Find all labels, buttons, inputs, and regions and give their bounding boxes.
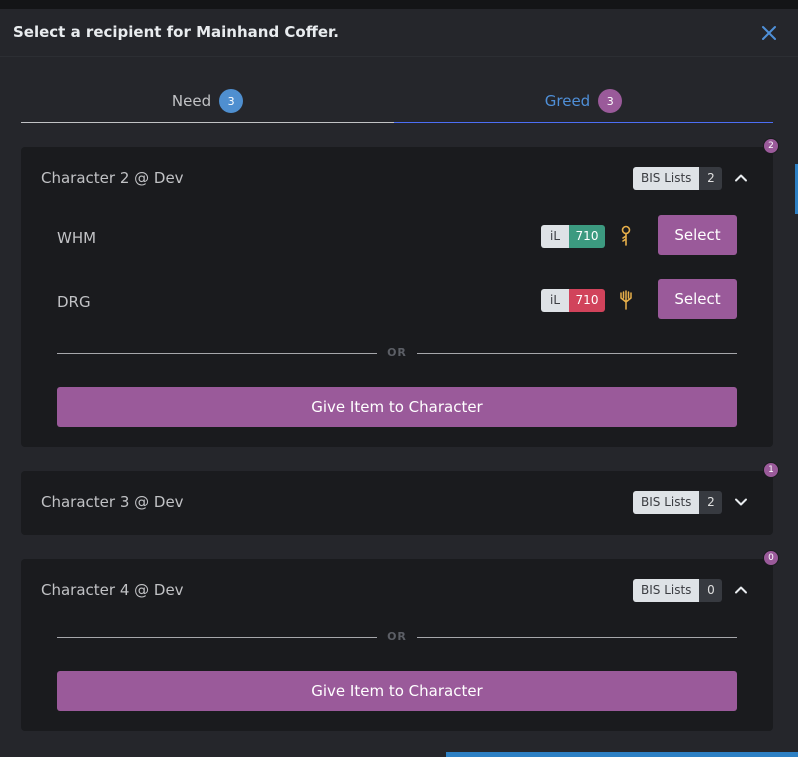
character-card-header[interactable]: Character 3 @ Dev BIS Lists 2 [21, 471, 773, 535]
tab-need[interactable]: Need 3 [21, 80, 394, 123]
character-card: Character 4 @ Dev BIS Lists 0 OR Give It… [21, 559, 773, 731]
or-divider: OR [57, 346, 737, 360]
backdrop [0, 0, 798, 9]
expand-toggle[interactable] [732, 493, 750, 511]
item-level-badge: iL 710 [541, 289, 605, 312]
whm-staff-icon [621, 225, 631, 246]
item-level-label: iL [541, 289, 569, 312]
divider-line [57, 637, 377, 638]
tab-greed-label: Greed [544, 92, 591, 110]
count-badge: 0 [763, 550, 779, 566]
or-divider: OR [57, 630, 737, 644]
bis-lists-label: BIS Lists [633, 491, 700, 514]
close-button[interactable] [756, 21, 782, 45]
item-level-value: 710 [569, 225, 605, 248]
give-item-button[interactable]: Give Item to Character [57, 387, 737, 427]
bis-lists-count: 2 [699, 491, 723, 514]
job-row-whm: WHM iL 710 Select [57, 215, 737, 263]
job-name: DRG [57, 293, 91, 311]
tab-greed-count: 3 [598, 89, 623, 113]
modal-header: Select a recipient for Mainhand Coffer. [0, 9, 798, 57]
bis-lists-badge: BIS Lists 2 [633, 491, 723, 514]
bis-lists-count: 2 [699, 167, 723, 190]
character-card: Character 2 @ Dev BIS Lists 2 WHM iL 710… [21, 147, 773, 447]
give-item-button[interactable]: Give Item to Character [57, 671, 737, 711]
tab-greed[interactable]: Greed 3 [394, 80, 773, 123]
divider-line [417, 353, 737, 354]
select-button[interactable]: Select [658, 279, 737, 319]
item-level-value: 710 [569, 289, 605, 312]
bis-lists-badge: BIS Lists 0 [633, 579, 723, 602]
divider-line [57, 353, 377, 354]
bis-lists-badge: BIS Lists 2 [633, 167, 723, 190]
select-button[interactable]: Select [658, 215, 737, 255]
collapse-toggle[interactable] [732, 169, 750, 187]
item-level-label: iL [541, 225, 569, 248]
bis-lists-count: 0 [699, 579, 723, 602]
tab-need-label: Need [171, 92, 212, 110]
character-name: Character 2 @ Dev [41, 169, 184, 187]
or-label: OR [387, 630, 407, 643]
collapse-toggle[interactable] [732, 581, 750, 599]
tab-need-count: 3 [219, 89, 244, 113]
divider-line [417, 637, 737, 638]
character-name: Character 3 @ Dev [41, 493, 184, 511]
chevron-up-icon [735, 586, 747, 594]
item-level-badge: iL 710 [541, 225, 605, 248]
character-card-header[interactable]: Character 4 @ Dev BIS Lists 0 [21, 559, 773, 623]
close-icon [762, 26, 776, 40]
background-accent [446, 752, 798, 757]
character-name: Character 4 @ Dev [41, 581, 184, 599]
bis-lists-label: BIS Lists [633, 167, 700, 190]
or-label: OR [387, 346, 407, 359]
bis-lists-label: BIS Lists [633, 579, 700, 602]
drg-lance-icon [620, 290, 632, 310]
chevron-down-icon [735, 498, 747, 506]
job-name: WHM [57, 229, 97, 247]
character-card: Character 3 @ Dev BIS Lists 2 [21, 471, 773, 535]
count-badge: 2 [763, 138, 779, 154]
tab-list: Need 3 Greed 3 [21, 80, 773, 123]
recipient-modal: Select a recipient for Mainhand Coffer. … [0, 9, 798, 757]
character-card-header[interactable]: Character 2 @ Dev BIS Lists 2 [21, 147, 773, 211]
count-badge: 1 [763, 462, 779, 478]
chevron-up-icon [735, 174, 747, 182]
modal-title: Select a recipient for Mainhand Coffer. [13, 23, 340, 41]
job-row-drg: DRG iL 710 Select [57, 279, 737, 327]
